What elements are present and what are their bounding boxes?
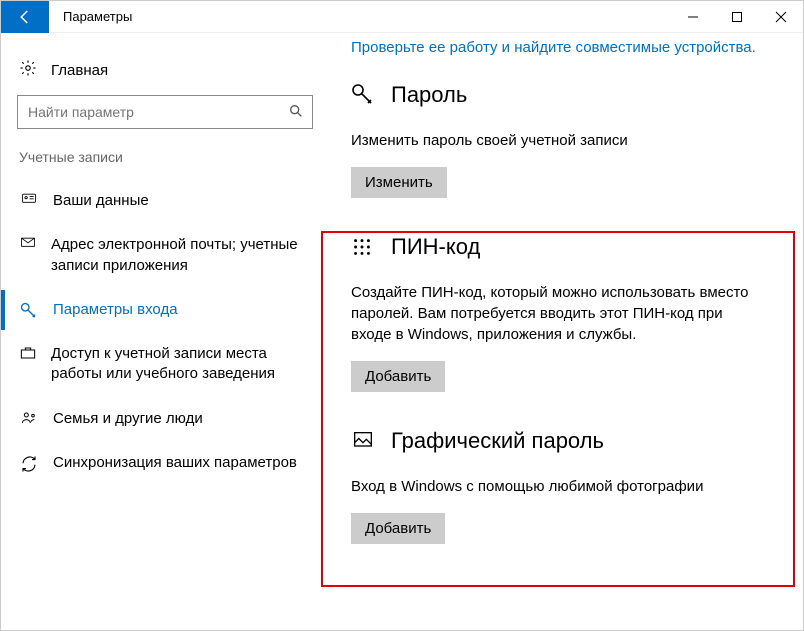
pin-title: ПИН-код xyxy=(391,234,480,260)
back-button[interactable] xyxy=(1,1,49,33)
sidebar-item-label: Ваши данные xyxy=(53,191,149,211)
home-nav[interactable]: Главная xyxy=(17,51,311,95)
sidebar-item-family[interactable]: Семья и другие люди xyxy=(17,397,311,441)
maximize-button[interactable] xyxy=(715,1,759,33)
sidebar-item-label: Адрес электронной почты; учетные записи … xyxy=(51,235,305,276)
picture-title-row: Графический пароль xyxy=(351,428,785,454)
sidebar: Главная Учетные записи Ваши данные Адрес… xyxy=(1,33,321,630)
key-icon xyxy=(351,83,375,107)
gear-icon xyxy=(19,59,37,81)
picture-icon xyxy=(351,431,375,451)
sidebar-item-your-info[interactable]: Ваши данные xyxy=(17,179,311,223)
pin-section: ПИН-код Создайте ПИН-код, который можно … xyxy=(351,234,785,392)
password-section: Пароль Изменить пароль своей учетной зап… xyxy=(351,82,785,198)
titlebar: Параметры xyxy=(1,1,803,33)
briefcase-icon xyxy=(19,344,37,362)
window-controls xyxy=(671,1,803,33)
sidebar-item-label: Параметры входа xyxy=(53,300,178,320)
sidebar-item-label: Синхронизация ваших параметров xyxy=(53,453,297,473)
minimize-button[interactable] xyxy=(671,1,715,33)
key-icon xyxy=(19,300,39,320)
sidebar-item-work-access[interactable]: Доступ к учетной записи места работы или… xyxy=(17,332,311,397)
add-picture-password-button[interactable]: Добавить xyxy=(351,513,445,544)
sync-icon xyxy=(19,453,39,473)
close-button[interactable] xyxy=(759,1,803,33)
picture-password-section: Графический пароль Вход в Windows с помо… xyxy=(351,428,785,544)
search-box[interactable] xyxy=(17,95,313,129)
sidebar-item-label: Доступ к учетной записи места работы или… xyxy=(51,344,305,385)
id-card-icon xyxy=(19,191,39,207)
change-password-button[interactable]: Изменить xyxy=(351,167,447,198)
search-input[interactable] xyxy=(28,104,288,120)
window-title: Параметры xyxy=(63,9,132,24)
password-title-row: Пароль xyxy=(351,82,785,108)
mail-icon xyxy=(19,235,37,251)
picture-title: Графический пароль xyxy=(391,428,604,454)
password-desc: Изменить пароль своей учетной записи xyxy=(351,130,761,151)
active-indicator xyxy=(1,290,5,330)
hello-link[interactable]: Проверьте ее работу и найдите совместимы… xyxy=(351,39,785,56)
sidebar-item-label: Семья и другие люди xyxy=(53,409,203,429)
people-icon xyxy=(19,409,39,427)
search-icon xyxy=(288,103,304,122)
home-label: Главная xyxy=(51,62,108,79)
sidebar-item-email[interactable]: Адрес электронной почты; учетные записи … xyxy=(17,223,311,288)
sidebar-item-signin-options[interactable]: Параметры входа xyxy=(17,288,311,332)
add-pin-button[interactable]: Добавить xyxy=(351,361,445,392)
keypad-icon xyxy=(351,236,375,258)
sidebar-item-sync[interactable]: Синхронизация ваших параметров xyxy=(17,441,311,485)
pin-title-row: ПИН-код xyxy=(351,234,785,260)
password-title: Пароль xyxy=(391,82,467,108)
pin-desc: Создайте ПИН-код, который можно использо… xyxy=(351,282,761,345)
picture-desc: Вход в Windows с помощью любимой фотогра… xyxy=(351,476,761,497)
sidebar-section-header: Учетные записи xyxy=(19,149,311,165)
content-area: Проверьте ее работу и найдите совместимы… xyxy=(321,33,803,630)
